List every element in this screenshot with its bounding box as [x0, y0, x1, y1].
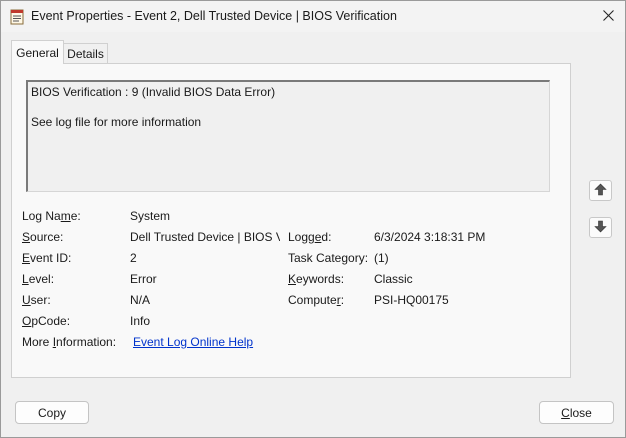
log-name-value: System [130, 209, 171, 223]
log-name-label: Log Name: [22, 209, 81, 223]
source-label: Source: [22, 230, 64, 244]
copy-button-label: Copy [37, 405, 66, 420]
user-label: User: [22, 293, 51, 307]
title-bar: Event Properties - Event 2, Dell Trusted… [1, 1, 625, 32]
event-viewer-icon [10, 9, 24, 25]
level-label: Level: [22, 272, 55, 286]
window-close-button[interactable] [591, 1, 625, 32]
tab-details[interactable]: Details [64, 43, 108, 63]
computer-label: Computer: [288, 293, 345, 307]
close-icon [602, 9, 614, 24]
window-title: Event Properties - Event 2, Dell Trusted… [31, 9, 397, 23]
computer-value: PSI-HQ00175 [374, 293, 449, 307]
logged-value: 6/3/2024 3:18:31 PM [374, 230, 486, 244]
description-line-1: BIOS Verification : 9 (Invalid BIOS Data… [31, 85, 276, 99]
next-event-button[interactable] [589, 217, 612, 238]
event-id-label: Event ID: [22, 251, 72, 265]
opcode-label: OpCode: [22, 314, 71, 328]
tab-general[interactable]: General [11, 40, 64, 64]
close-button-label: Close [561, 405, 592, 420]
event-properties-window: Event Properties - Event 2, Dell Trusted… [0, 0, 626, 438]
general-panel: BIOS Verification : 9 (Invalid BIOS Data… [11, 63, 571, 378]
user-value: N/A [130, 293, 151, 307]
keywords-value: Classic [374, 272, 413, 286]
previous-event-button[interactable] [589, 180, 612, 201]
event-description-box[interactable]: BIOS Verification : 9 (Invalid BIOS Data… [26, 80, 550, 192]
task-category-label: Task Category: [288, 251, 369, 265]
copy-button[interactable]: Copy [15, 401, 89, 424]
logged-label: Logged: [288, 230, 332, 244]
more-information-label: More Information: [22, 335, 117, 349]
description-line-2: See log file for more information [31, 115, 202, 129]
close-button[interactable]: Close [539, 401, 614, 424]
task-category-value: (1) [374, 251, 389, 265]
arrow-up-icon [594, 183, 607, 199]
opcode-value: Info [130, 314, 151, 328]
level-value: Error [130, 272, 157, 286]
event-log-online-help-link[interactable]: Event Log Online Help [133, 335, 253, 349]
source-value: Dell Trusted Device | BIOS Ve [130, 230, 280, 244]
keywords-label: Keywords: [288, 272, 345, 286]
arrow-down-icon [594, 220, 607, 236]
event-id-value: 2 [130, 251, 137, 265]
